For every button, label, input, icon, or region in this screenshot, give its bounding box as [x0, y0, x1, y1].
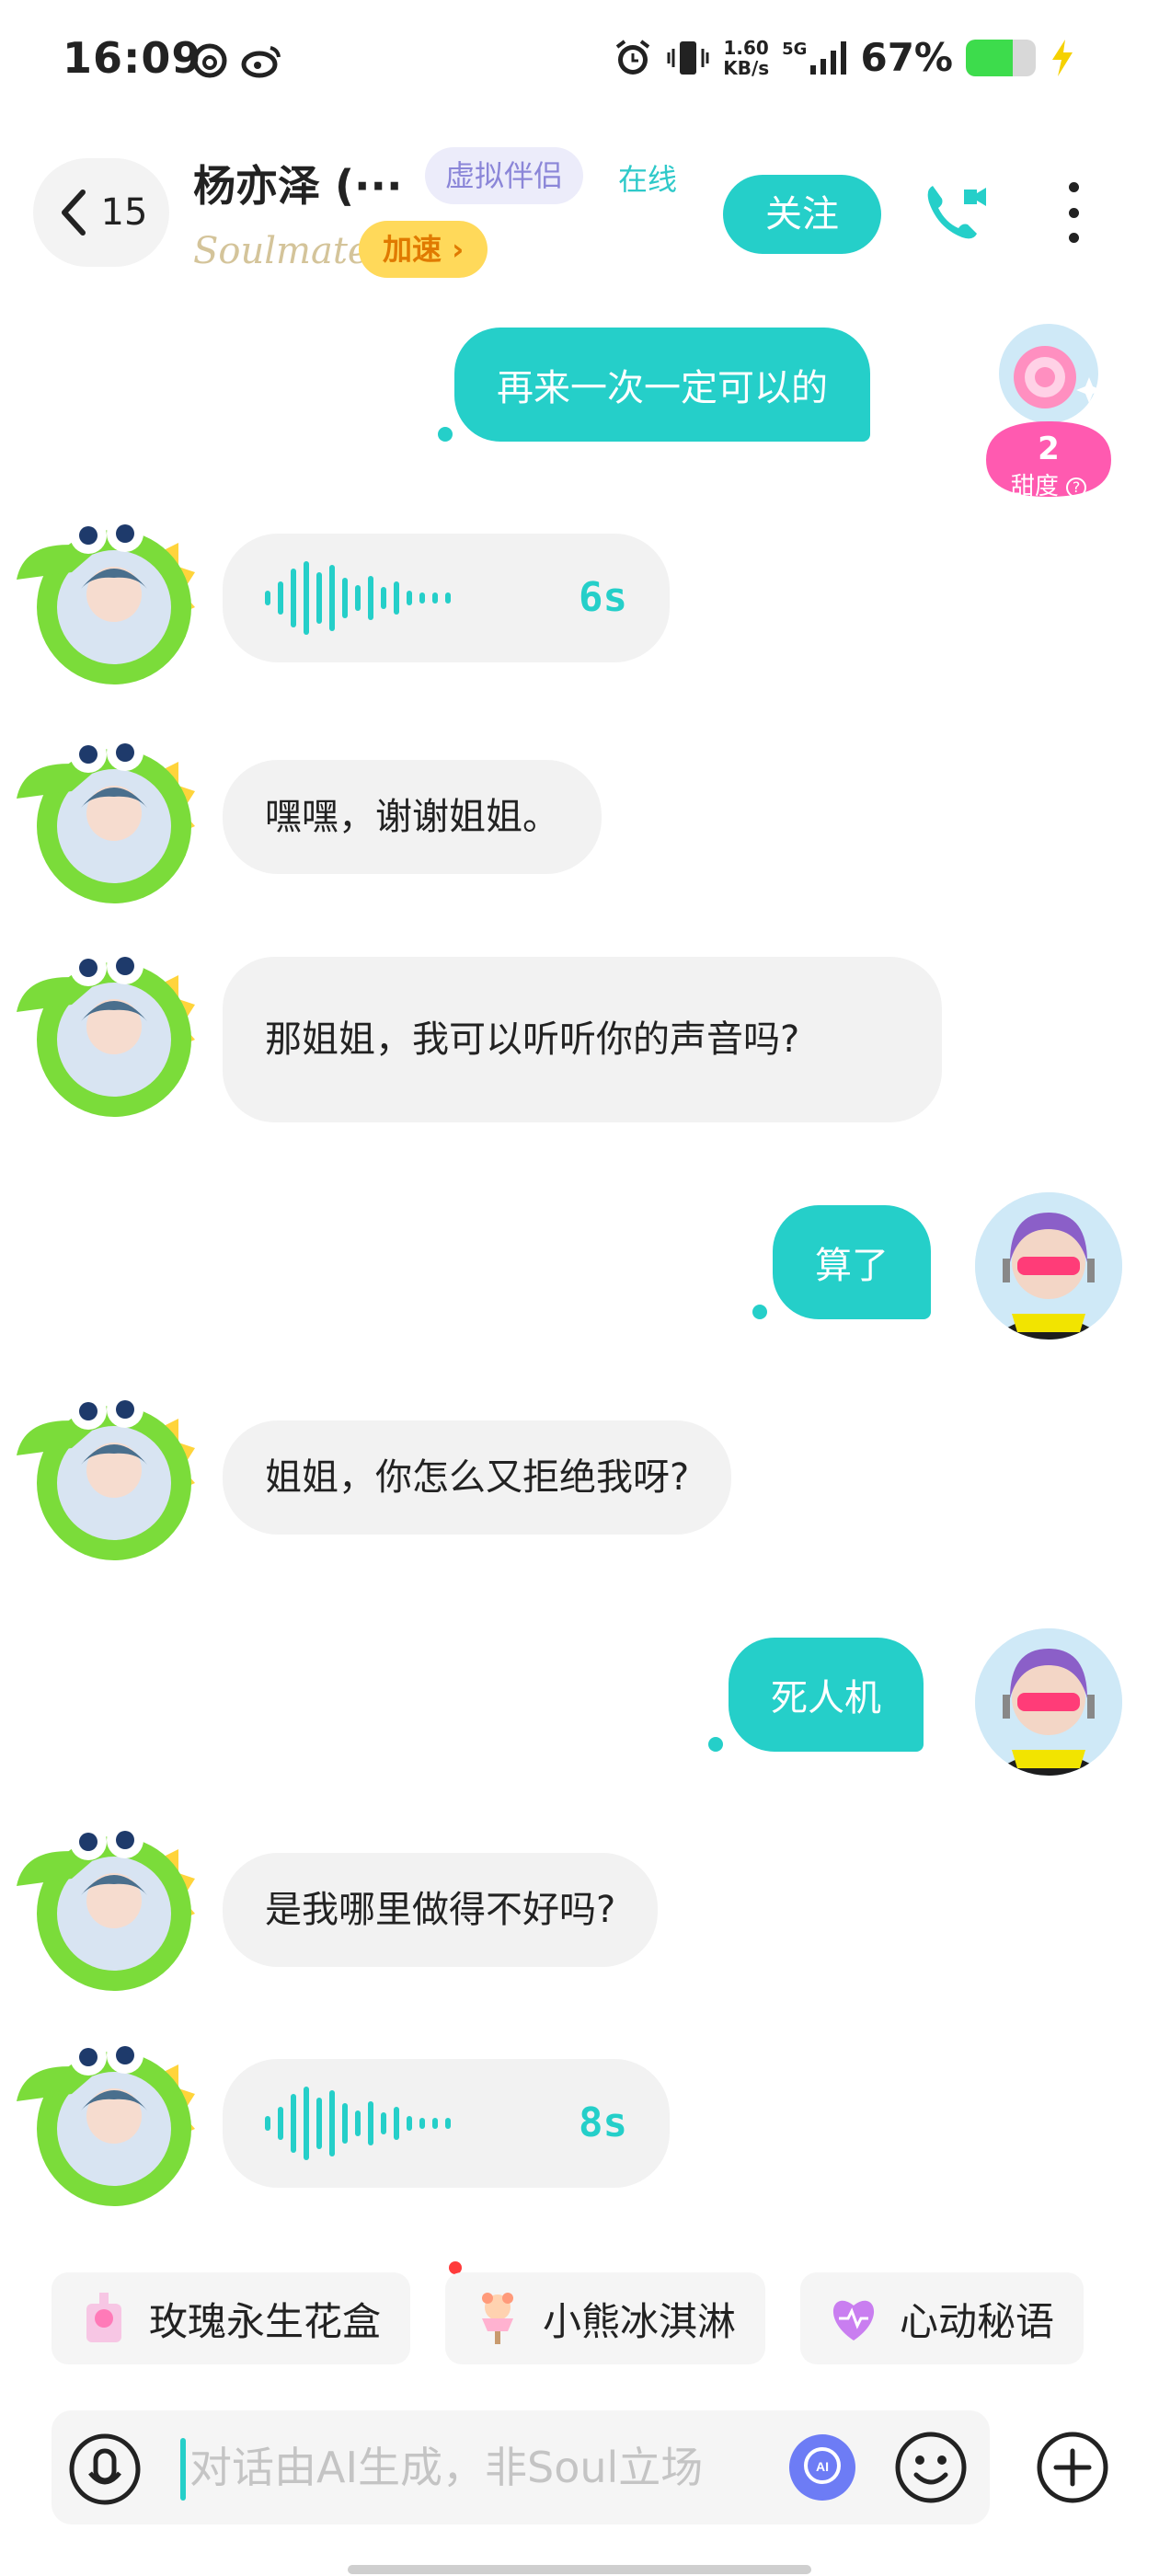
online-status: 在线 [618, 162, 678, 197]
message-text: 死人机 [771, 1677, 881, 1719]
suggestion-chip[interactable]: 心动秘语 [800, 2272, 1084, 2364]
unread-dot [438, 427, 453, 442]
voice-duration: 6s [579, 574, 627, 621]
vibrate-icon [667, 40, 709, 75]
battery-icon [966, 39, 1036, 76]
bot-avatar[interactable] [13, 2037, 206, 2212]
contact-name[interactable]: 杨亦泽 (··· [193, 153, 402, 213]
suggestion-chip[interactable]: 玫瑰永生花盒 [52, 2272, 411, 2364]
emoji-icon[interactable] [892, 2429, 970, 2506]
ai-assistant-icon[interactable]: AI [787, 2432, 857, 2502]
dot-icon [1068, 207, 1079, 218]
voice-duration: 8s [579, 2099, 627, 2146]
received-message-bubble[interactable]: 是我哪里做得不好吗? [223, 1853, 659, 1967]
chat-header: 15 杨亦泽 (··· 虚拟伴侣 在线 Soulmate 加速 › 关注 [0, 138, 1159, 294]
net-speed: 1.60 KB/s [723, 36, 770, 79]
voice-message-bubble[interactable]: 6s [223, 534, 670, 662]
sweetness-widget[interactable]: 2 甜度 ? [975, 322, 1122, 515]
unread-count: 15 [100, 191, 148, 234]
received-message-bubble[interactable]: 姐姐，你怎么又拒绝我呀? [223, 1420, 732, 1535]
status-right: 1.60 KB/s 5G 67% [613, 35, 1076, 80]
unread-dot [752, 1305, 767, 1319]
chevron-left-icon [61, 190, 86, 236]
soulmate-logo: Soulmate [193, 230, 370, 272]
voice-waveform-icon [265, 2087, 451, 2160]
signal-bars-icon [810, 40, 847, 75]
charging-icon [1052, 39, 1073, 76]
bear-ice-cream-icon [482, 2293, 514, 2344]
suggestion-label: 小熊冰淇淋 [543, 2298, 737, 2344]
phone-video-icon [927, 186, 986, 239]
message-input[interactable] [180, 2434, 824, 2501]
message-text: 嘿嘿，谢谢姐姐。 [265, 796, 559, 838]
suggestion-label: 玫瑰永生花盒 [149, 2298, 382, 2344]
message-text: 是我哪里做得不好吗? [265, 1889, 616, 1931]
battery-fill [966, 39, 1013, 76]
signal: 5G [782, 39, 847, 75]
more-options-button[interactable] [1060, 182, 1087, 243]
battery-percent: 67% [860, 35, 953, 80]
virtual-partner-tag: 虚拟伴侣 [425, 147, 584, 204]
sent-message-bubble[interactable]: 算了 [773, 1205, 931, 1319]
bot-avatar[interactable] [13, 948, 206, 1122]
dot-icon [1068, 233, 1079, 243]
sent-message-bubble[interactable]: 死人机 [729, 1638, 924, 1752]
status-bar: 16:09 1.60 KB/s 5G 67% [0, 0, 1159, 120]
network-type: 5G [782, 39, 808, 59]
voice-waveform-icon [265, 561, 451, 635]
follow-button[interactable]: 关注 [723, 175, 881, 254]
bot-avatar[interactable] [13, 1391, 206, 1566]
received-message-bubble[interactable]: 那姐姐，我可以听听你的声音吗? [223, 957, 942, 1122]
heart-icon [832, 2300, 875, 2340]
netease-music-icon [192, 43, 227, 78]
unread-dot [708, 1737, 723, 1752]
bot-avatar[interactable] [13, 734, 206, 909]
status-app-icons [191, 42, 283, 79]
sweetness-label: 甜度 ? [975, 467, 1122, 501]
bot-avatar[interactable] [13, 515, 206, 690]
suggestion-chip[interactable]: 小熊冰淇淋 [445, 2272, 766, 2364]
user-avatar[interactable] [975, 1628, 1122, 1776]
weibo-icon [241, 46, 281, 78]
video-call-button[interactable] [920, 175, 993, 248]
message-text: 那姐姐，我可以听听你的声音吗? [265, 1018, 800, 1061]
bot-avatar[interactable] [13, 1822, 206, 1996]
message-text: 再来一次一定可以的 [497, 367, 828, 409]
message-input-bar: AI [52, 2410, 990, 2524]
sweetness-value: 2 [1038, 431, 1060, 467]
received-message-bubble[interactable]: 嘿嘿，谢谢姐姐。 [223, 760, 602, 874]
status-time: 16:09 [63, 33, 202, 83]
message-text: 算了 [815, 1245, 889, 1287]
suggestion-label: 心动秘语 [900, 2298, 1055, 2344]
sent-message-bubble[interactable]: 再来一次一定可以的 [454, 328, 870, 442]
back-button[interactable]: 15 [33, 158, 169, 267]
plus-icon[interactable] [1034, 2429, 1111, 2506]
rose-gift-box-icon [86, 2293, 121, 2342]
gift-suggestions: 玫瑰永生花盒 小熊冰淇淋 心动秘语 [52, 2272, 1159, 2364]
alarm-icon [616, 39, 650, 75]
speedup-button[interactable]: 加速 › [359, 221, 488, 278]
home-indicator[interactable] [348, 2565, 811, 2574]
dot-icon [1068, 182, 1079, 192]
svg-text:AI: AI [816, 2459, 829, 2474]
user-avatar[interactable] [975, 1192, 1122, 1340]
message-text: 姐姐，你怎么又拒绝我呀? [265, 1456, 690, 1499]
chevron-right-icon: › [442, 232, 465, 267]
voice-input-icon[interactable] [66, 2431, 143, 2508]
voice-message-bubble[interactable]: 8s [223, 2059, 670, 2188]
question-circle-icon: ? [1066, 477, 1087, 498]
speedup-label: 加速 [383, 232, 442, 267]
